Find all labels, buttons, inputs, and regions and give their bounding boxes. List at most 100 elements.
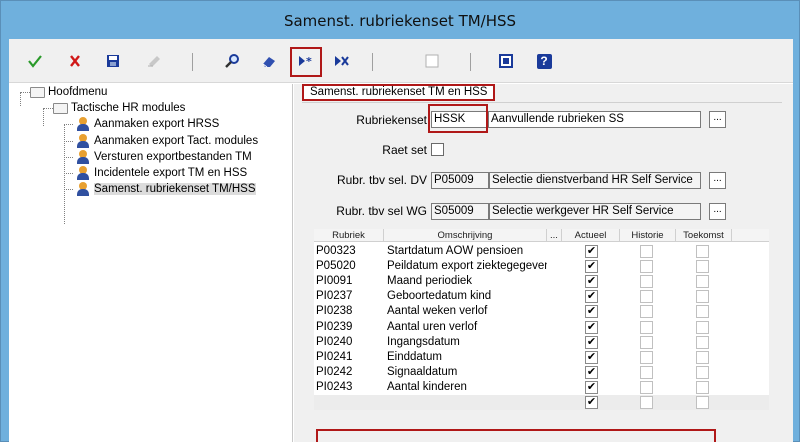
save-icon[interactable] xyxy=(102,50,124,72)
checkbox-toekomst[interactable] xyxy=(696,396,709,409)
cell-omschrijving[interactable]: Signaaldatum xyxy=(387,365,547,380)
cell-omschrijving[interactable]: Aantal weken verlof xyxy=(387,304,547,319)
checkbox-toekomst[interactable] xyxy=(696,275,709,289)
checkbox-toekomst[interactable] xyxy=(696,260,709,274)
checkbox-actueel[interactable]: ✔ xyxy=(585,305,598,319)
cell-omschrijving[interactable]: Startdatum AOW pensioen xyxy=(387,244,547,259)
cell-omschrijving[interactable]: Einddatum xyxy=(387,350,547,365)
cell-rubriek[interactable]: PI0240 xyxy=(316,335,382,350)
raet-set-checkbox[interactable] xyxy=(431,143,444,156)
checkbox-actueel[interactable]: ✔ xyxy=(585,245,598,258)
table-row[interactable]: PI0091 Maand periodiek ✔ xyxy=(314,274,769,289)
checkbox-historie[interactable] xyxy=(640,320,653,334)
blank-icon[interactable] xyxy=(421,50,443,72)
checkbox-toekomst[interactable] xyxy=(696,305,709,319)
table-row[interactable]: PI0243 Aantal kinderen ✔ xyxy=(314,380,769,395)
checkbox-historie[interactable] xyxy=(640,396,653,409)
checkbox-historie[interactable] xyxy=(640,380,653,394)
checkbox-toekomst[interactable] xyxy=(696,380,709,394)
rubriekenset-description-field[interactable]: Aanvullende rubrieken SS xyxy=(488,111,701,128)
cell-rubriek[interactable]: PI0243 xyxy=(316,380,382,395)
sel-dv-description-field[interactable]: Selectie dienstverband HR Self Service xyxy=(489,172,701,189)
cell-rubriek[interactable]: PI0239 xyxy=(316,320,382,335)
checkbox-historie[interactable] xyxy=(640,245,653,258)
delete-record-icon[interactable] xyxy=(332,50,354,72)
search-icon[interactable] xyxy=(221,50,243,72)
tree-item-versturen-exportbestanden[interactable]: Versturen exportbestanden TM xyxy=(75,149,252,165)
edit-icon[interactable] xyxy=(144,50,166,72)
checkbox-actueel[interactable]: ✔ xyxy=(585,290,598,304)
tree-item-tactische-hr-modules[interactable]: Tactische HR modules xyxy=(52,100,185,116)
tab-samenst-rubriekenset[interactable]: Samenst. rubriekenset TM en HSS xyxy=(302,84,496,101)
checkbox-historie[interactable] xyxy=(640,305,653,319)
table-row[interactable]: PI0239 Aantal uren verlof ✔ xyxy=(314,320,769,335)
checkbox-actueel[interactable]: ✔ xyxy=(585,320,598,334)
cell-omschrijving[interactable]: Ingangsdatum xyxy=(387,335,547,350)
table-row[interactable]: ✔ xyxy=(314,395,769,410)
checkbox-actueel[interactable]: ✔ xyxy=(585,350,598,364)
column-header-more[interactable]: ... xyxy=(547,229,562,242)
check-icon[interactable] xyxy=(24,50,46,72)
table-row[interactable]: P00323 Startdatum AOW pensioen ✔ xyxy=(314,244,769,259)
cell-rubriek[interactable]: PI0091 xyxy=(316,274,382,289)
sel-wg-lookup-button[interactable]: ... xyxy=(709,203,726,220)
form-icon[interactable] xyxy=(495,50,517,72)
tree-item-aanmaken-export-tact[interactable]: Aanmaken export Tact. modules xyxy=(75,133,258,149)
checkbox-historie[interactable] xyxy=(640,260,653,274)
column-header-rubriek[interactable]: Rubriek xyxy=(314,229,384,242)
checkbox-toekomst[interactable] xyxy=(696,350,709,364)
checkbox-toekomst[interactable] xyxy=(696,335,709,349)
checkbox-actueel[interactable]: ✔ xyxy=(585,380,598,394)
checkbox-actueel[interactable]: ✔ xyxy=(585,396,598,409)
cell-omschrijving[interactable]: Geboortedatum kind xyxy=(387,289,547,304)
cell-omschrijving[interactable]: Aantal uren verlof xyxy=(387,320,547,335)
cell-omschrijving[interactable]: Peildatum export ziektegegevens xyxy=(387,259,547,274)
table-row[interactable]: P05020 Peildatum export ziektegegevens ✔ xyxy=(314,259,769,274)
table-row[interactable]: PI0237 Geboortedatum kind ✔ xyxy=(314,289,769,304)
cell-rubriek[interactable]: PI0237 xyxy=(316,289,382,304)
checkbox-historie[interactable] xyxy=(640,275,653,289)
eraser-icon[interactable] xyxy=(258,50,280,72)
checkbox-actueel[interactable]: ✔ xyxy=(585,365,598,379)
new-record-icon[interactable]: * xyxy=(296,50,318,72)
cancel-icon[interactable] xyxy=(64,50,86,72)
tree-item-incidentele-export[interactable]: Incidentele export TM en HSS xyxy=(75,165,247,181)
help-icon[interactable]: ? xyxy=(533,50,555,72)
table-row[interactable]: PI0241 Einddatum ✔ xyxy=(314,350,769,365)
checkbox-actueel[interactable]: ✔ xyxy=(585,335,598,349)
column-header-toekomst[interactable]: Toekomst xyxy=(676,229,732,242)
cell-rubriek[interactable]: P05020 xyxy=(316,259,382,274)
table-row[interactable]: PI0242 Signaaldatum ✔ xyxy=(314,365,769,380)
checkbox-actueel[interactable]: ✔ xyxy=(585,275,598,289)
tree-item-aanmaken-export-hrss[interactable]: Aanmaken export HRSS xyxy=(75,116,219,132)
sel-wg-code-field[interactable]: S05009 xyxy=(431,203,489,220)
cell-rubriek[interactable]: PI0238 xyxy=(316,304,382,319)
column-header-omschrijving[interactable]: Omschrijving xyxy=(384,229,547,242)
sel-dv-lookup-button[interactable]: ... xyxy=(709,172,726,189)
cell-rubriek[interactable]: PI0241 xyxy=(316,350,382,365)
checkbox-historie[interactable] xyxy=(640,290,653,304)
rubriekenset-lookup-button[interactable]: ... xyxy=(709,111,726,128)
cell-omschrijving[interactable]: Maand periodiek xyxy=(387,274,547,289)
checkbox-toekomst[interactable] xyxy=(696,320,709,334)
table-row[interactable]: PI0238 Aantal weken verlof ✔ xyxy=(314,304,769,319)
checkbox-toekomst[interactable] xyxy=(696,245,709,258)
sel-dv-code-field[interactable]: P05009 xyxy=(431,172,489,189)
tree-item-hoofdmenu[interactable]: Hoofdmenu xyxy=(29,84,107,100)
tree-item-samenst-rubriekenset[interactable]: Samenst. rubriekenset TM/HSS xyxy=(75,181,256,197)
cell-rubriek[interactable]: PI0242 xyxy=(316,365,382,380)
checkbox-historie[interactable] xyxy=(640,335,653,349)
column-header-actueel[interactable]: Actueel xyxy=(562,229,620,242)
checkbox-historie[interactable] xyxy=(640,365,653,379)
table-row[interactable]: PI0240 Ingangsdatum ✔ xyxy=(314,335,769,350)
title-bar[interactable]: Samenst. rubriekenset TM/HSS xyxy=(1,1,799,39)
column-header-historie[interactable]: Historie xyxy=(620,229,676,242)
sel-wg-description-field[interactable]: Selectie werkgever HR Self Service xyxy=(489,203,701,220)
cell-rubriek[interactable]: P00323 xyxy=(316,244,382,259)
checkbox-actueel[interactable]: ✔ xyxy=(585,260,598,274)
checkbox-historie[interactable] xyxy=(640,350,653,364)
cell-omschrijving[interactable]: Aantal kinderen xyxy=(387,380,547,395)
checkbox-toekomst[interactable] xyxy=(696,365,709,379)
cell-rubriek[interactable] xyxy=(316,395,382,410)
checkbox-toekomst[interactable] xyxy=(696,290,709,304)
